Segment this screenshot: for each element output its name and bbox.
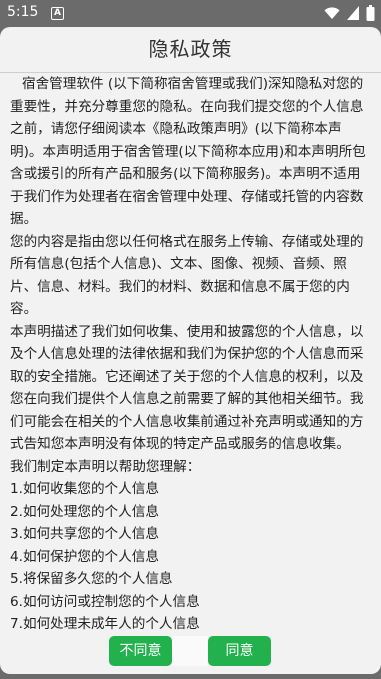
policy-list-item: 4.如何保护您的个人信息	[10, 548, 159, 565]
status-icons	[324, 5, 375, 21]
privacy-policy-dialog: 隐私政策 宿舍管理软件 (以下简称宿舍管理或我们)深知隐私对您的重要性，并充分尊…	[0, 27, 381, 674]
battery-icon	[366, 5, 375, 21]
policy-content[interactable]: 宿舍管理软件 (以下简称宿舍管理或我们)深知隐私对您的重要性，并充分尊重您的隐私…	[10, 73, 371, 674]
button-gap	[172, 636, 208, 666]
policy-paragraph-content: 您的内容是指由您以任何格式在服务上传输、存储或处理的所有信息(包括个人信息)、文…	[10, 233, 364, 318]
status-time: 5:15	[7, 4, 39, 20]
policy-list-item: 3.如何共享您的个人信息	[10, 526, 159, 542]
dialog-button-bar: 不同意 同意	[0, 636, 381, 666]
status-bar: 5:15 A	[0, 0, 381, 27]
policy-list-item: 7.如何处理未成年人的个人信息	[10, 616, 200, 632]
policy-list-item: 5.将保留多久您的个人信息	[10, 571, 173, 587]
cell-signal-icon	[347, 6, 359, 20]
policy-paragraph-purpose: 我们制定本声明以帮助您理解：	[10, 458, 201, 475]
agree-button[interactable]: 同意	[208, 636, 271, 666]
wifi-icon	[324, 7, 340, 19]
policy-list-item: 6.如何访问或控制您的个人信息	[10, 593, 200, 610]
policy-list-item: 2.如何处理您的个人信息	[10, 503, 159, 520]
decline-button[interactable]: 不同意	[109, 636, 172, 666]
dialog-title: 隐私政策	[148, 37, 233, 61]
policy-paragraph-intro: 宿舍管理软件 (以下简称宿舍管理或我们)深知隐私对您的重要性，并充分尊重您的隐私…	[10, 76, 366, 227]
policy-paragraph-description: 本声明描述了我们如何收集、使用和披露您的个人信息，以及个人信息处理的法律依据和我…	[10, 323, 364, 453]
policy-list-item: 1.如何收集您的个人信息	[10, 481, 159, 497]
notification-a-icon: A	[51, 7, 64, 20]
